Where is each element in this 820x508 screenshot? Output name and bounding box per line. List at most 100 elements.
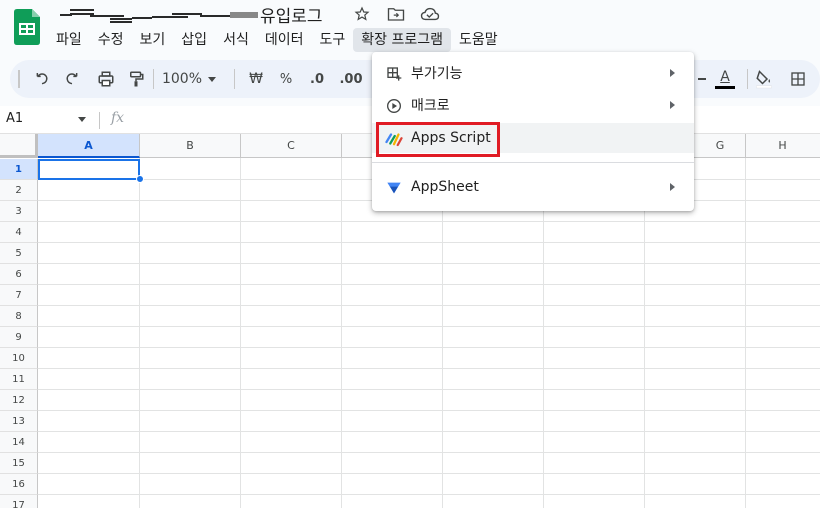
- title-icons: [352, 4, 440, 24]
- menu-data[interactable]: 데이터: [257, 28, 312, 52]
- zoom-dropdown-icon[interactable]: [204, 67, 220, 91]
- row-header-17[interactable]: 17: [0, 495, 38, 508]
- decrease-decimal-button[interactable]: .0: [304, 67, 330, 91]
- gridline: [38, 368, 820, 369]
- row-header-5[interactable]: 5: [0, 243, 38, 264]
- menu-extensions[interactable]: 확장 프로그램: [353, 28, 451, 52]
- name-box[interactable]: A1: [6, 111, 23, 126]
- gridline: [38, 263, 820, 264]
- row-header-14[interactable]: 14: [0, 432, 38, 453]
- print-icon[interactable]: [94, 67, 118, 91]
- text-color-swatch: [715, 86, 735, 89]
- name-box-dropdown-icon[interactable]: [78, 117, 86, 122]
- fx-icon: fx: [111, 110, 125, 126]
- sheets-app: 유입로그 파일 수정 보기 삽입 서식 데이터 도구 확장 프로그램 도움말 1…: [0, 0, 820, 508]
- submenu-arrow-icon: [670, 101, 675, 109]
- row-header-15[interactable]: 15: [0, 453, 38, 474]
- toolbar-separator: [747, 69, 748, 89]
- star-icon[interactable]: [352, 4, 372, 24]
- toolbar-separator: [153, 69, 154, 89]
- text-color-label: A: [720, 69, 730, 85]
- menu-divider: [372, 162, 694, 163]
- increase-decimal-button[interactable]: .00: [336, 67, 366, 91]
- gridline: [38, 494, 820, 495]
- toolbar-separator: [234, 69, 235, 89]
- toolbar-menu-handle[interactable]: [14, 67, 24, 91]
- row-header-11[interactable]: 11: [0, 369, 38, 390]
- gridline: [38, 221, 820, 222]
- gridline: [38, 410, 820, 411]
- menu-item-macros[interactable]: 매크로: [372, 90, 694, 120]
- menu-view[interactable]: 보기: [132, 28, 174, 52]
- column-header-a[interactable]: A: [38, 134, 140, 158]
- row-header-12[interactable]: 12: [0, 390, 38, 411]
- gridline: [139, 158, 140, 508]
- select-all-corner[interactable]: [0, 134, 38, 158]
- borders-icon[interactable]: [786, 67, 810, 91]
- menu-tools[interactable]: 도구: [311, 28, 353, 52]
- redo-icon[interactable]: [60, 67, 84, 91]
- menu-format[interactable]: 서식: [215, 28, 257, 52]
- text-color-button[interactable]: A: [712, 67, 738, 91]
- gridline: [38, 284, 820, 285]
- menu-help[interactable]: 도움말: [451, 28, 506, 52]
- apps-script-highlight-annotation: [376, 122, 500, 157]
- menu-file[interactable]: 파일: [48, 28, 90, 52]
- column-header-c[interactable]: C: [241, 134, 342, 158]
- gridline: [240, 158, 241, 508]
- paint-format-icon[interactable]: [124, 67, 148, 91]
- row-header-6[interactable]: 6: [0, 264, 38, 285]
- menu-insert[interactable]: 삽입: [173, 28, 215, 52]
- currency-format-button[interactable]: ₩: [244, 67, 268, 91]
- submenu-arrow-icon: [670, 183, 675, 191]
- menu-item-appsheet[interactable]: AppSheet: [372, 172, 694, 202]
- row-header-10[interactable]: 10: [0, 348, 38, 369]
- zoom-value[interactable]: 100%: [160, 67, 204, 91]
- formula-separator: [99, 112, 100, 129]
- fill-color-icon[interactable]: [752, 67, 776, 91]
- gridline: [341, 158, 342, 508]
- appsheet-icon: [385, 179, 403, 197]
- column-header-b[interactable]: B: [140, 134, 241, 158]
- cloud-saved-icon[interactable]: [420, 4, 440, 24]
- addons-icon: [385, 65, 403, 83]
- redacted-title-marks: [60, 4, 258, 24]
- gridline: [745, 158, 746, 508]
- sheets-logo-icon[interactable]: [14, 9, 40, 45]
- menu-item-addons-label: 부가기능: [411, 66, 463, 82]
- fill-handle[interactable]: [136, 175, 144, 183]
- macro-play-icon: [385, 97, 403, 115]
- move-folder-icon[interactable]: [386, 4, 406, 24]
- row-header-13[interactable]: 13: [0, 411, 38, 432]
- title-bar: 유입로그 파일 수정 보기 삽입 서식 데이터 도구 확장 프로그램 도움말: [0, 0, 820, 56]
- gridline: [38, 473, 820, 474]
- submenu-arrow-icon: [670, 69, 675, 77]
- gridline: [38, 347, 820, 348]
- menu-bar: 파일 수정 보기 삽입 서식 데이터 도구 확장 프로그램 도움말: [48, 28, 506, 52]
- document-title[interactable]: 유입로그: [60, 3, 323, 27]
- row-header-1[interactable]: 1: [0, 159, 38, 180]
- row-header-2[interactable]: 2: [0, 180, 38, 201]
- gridline: [38, 305, 820, 306]
- gridline: [38, 431, 820, 432]
- percent-format-button[interactable]: %: [274, 67, 298, 91]
- menu-item-appsheet-label: AppSheet: [411, 179, 479, 195]
- document-title-text: 유입로그: [260, 6, 323, 27]
- gridline: [38, 389, 820, 390]
- row-header-4[interactable]: 4: [0, 222, 38, 243]
- gridline: [38, 326, 820, 327]
- menu-item-macros-label: 매크로: [411, 98, 450, 114]
- menu-item-addons[interactable]: 부가기능: [372, 58, 694, 88]
- row-header-7[interactable]: 7: [0, 285, 38, 306]
- row-header-8[interactable]: 8: [0, 306, 38, 327]
- active-cell-a1[interactable]: [38, 159, 140, 180]
- row-header-16[interactable]: 16: [0, 474, 38, 495]
- column-header-h[interactable]: H: [746, 134, 820, 158]
- row-header-9[interactable]: 9: [0, 327, 38, 348]
- font-size-plus-partial[interactable]: [697, 67, 707, 91]
- menu-edit[interactable]: 수정: [90, 28, 132, 52]
- row-header-3[interactable]: 3: [0, 201, 38, 222]
- undo-icon[interactable]: [30, 67, 54, 91]
- gridline: [38, 242, 820, 243]
- gridline: [38, 452, 820, 453]
